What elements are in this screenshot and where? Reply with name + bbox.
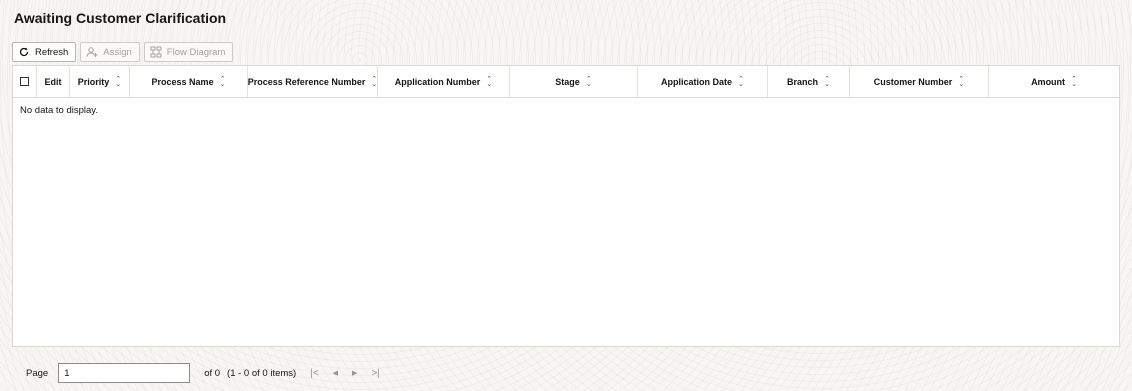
sort-icon[interactable]: ⌃ ⌄ [115,76,121,88]
first-page-icon[interactable]: |< [310,368,318,379]
sort-icon[interactable]: ⌃ ⌄ [371,76,377,88]
flow-diagram-label: Flow Diagram [166,46,226,58]
table-header: Edit Priority ⌃ ⌄ Process Name ⌃ ⌄ Process… [13,66,1119,98]
column-header-edit: Edit [37,66,70,97]
select-all-checkbox[interactable] [20,77,29,86]
column-header-label: Priority [77,76,110,87]
page-label: Page [26,367,49,379]
sort-icon[interactable]: ⌃ ⌄ [958,76,964,88]
toolbar: Refresh Assign Flow Diagram [12,42,234,62]
column-header-customer-number[interactable]: Customer Number ⌃ ⌄ [850,66,989,97]
column-header-process-reference-number[interactable]: Process Reference Number ⌃ ⌄ [248,66,378,97]
page-background: Awaiting Customer Clarification Refresh … [0,0,1132,391]
flow-diagram-button[interactable]: Flow Diagram [143,42,234,62]
assign-user-icon [86,46,98,58]
page-navigation: |< ◀ ▶ >| [310,368,380,379]
empty-table-message: No data to display. [20,105,98,116]
column-header-stage[interactable]: Stage ⌃ ⌄ [510,66,638,97]
assign-label: Assign [103,46,132,58]
refresh-icon [18,46,30,58]
column-header-amount[interactable]: Amount ⌃ ⌄ [989,66,1119,97]
column-header-application-date[interactable]: Application Date ⌃ ⌄ [638,66,768,97]
previous-page-icon[interactable]: ◀ [333,369,338,377]
sort-icon[interactable]: ⌃ ⌄ [220,76,226,88]
column-header-label: Application Date [661,76,733,87]
column-header-label: Customer Number [873,76,953,87]
items-range-text: (1 - 0 of 0 items) [227,367,297,379]
column-header-branch[interactable]: Branch ⌃ ⌄ [768,66,850,97]
page-title: Awaiting Customer Clarification [14,10,227,26]
flow-diagram-icon [150,46,162,58]
page-number-input[interactable] [58,363,191,383]
task-table: Edit Priority ⌃ ⌄ Process Name ⌃ ⌄ Process… [12,65,1120,347]
sort-icon[interactable]: ⌃ ⌄ [738,76,744,88]
next-page-icon[interactable]: ▶ [352,369,357,377]
sort-icon[interactable]: ⌃ ⌄ [586,76,592,88]
select-all-cell [13,66,37,97]
sort-icon[interactable]: ⌃ ⌄ [486,76,492,88]
pagination-bar: Page of 0 (1 - 0 of 0 items) |< ◀ ▶ >| [0,355,1132,391]
column-header-application-number[interactable]: Application Number ⌃ ⌄ [378,66,510,97]
last-page-icon[interactable]: >| [371,368,379,379]
column-header-label: Edit [44,76,62,87]
refresh-label: Refresh [35,46,69,58]
column-header-label: Stage [555,76,580,87]
column-header-label: Branch [787,76,819,87]
column-header-label: Amount [1031,76,1066,87]
sort-icon[interactable]: ⌃ ⌄ [1071,76,1077,88]
column-header-priority[interactable]: Priority ⌃ ⌄ [70,66,130,97]
column-header-label: Application Number [394,76,481,87]
assign-button[interactable]: Assign [80,42,140,62]
column-header-label: Process Reference Number [247,76,366,87]
refresh-button[interactable]: Refresh [12,42,77,62]
column-header-process-name[interactable]: Process Name ⌃ ⌄ [130,66,248,97]
column-header-label: Process Name [151,76,214,87]
sort-icon[interactable]: ⌃ ⌄ [824,76,830,88]
page-count-text: of 0 [204,367,221,379]
